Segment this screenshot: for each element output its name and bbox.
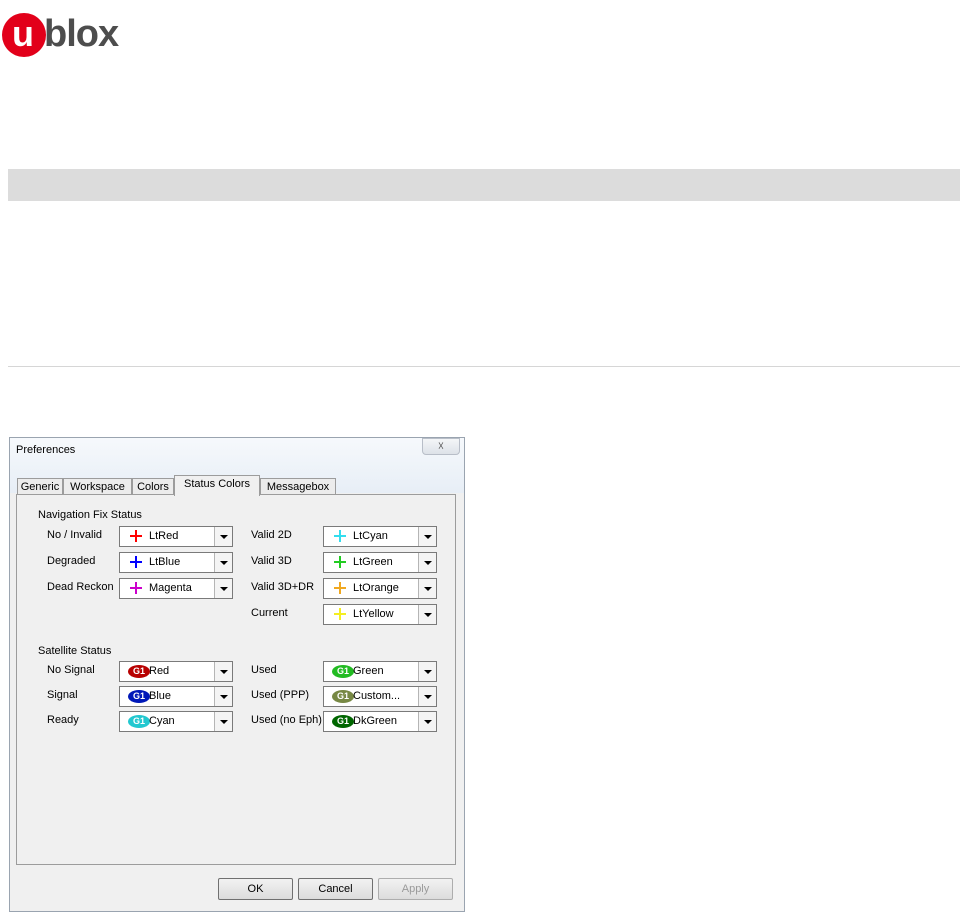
tab-messagebox[interactable]: Messagebox — [260, 478, 336, 495]
dialog-title: Preferences — [16, 444, 76, 456]
satellite-badge-icon: G1 — [332, 664, 354, 679]
close-icon: ☓ — [437, 439, 445, 453]
combo-signal[interactable]: G1 Blue — [119, 686, 233, 707]
combo-used-no-eph[interactable]: G1 DkGreen — [323, 711, 437, 732]
combo-value: Custom... — [353, 690, 401, 702]
chevron-down-icon[interactable] — [418, 553, 436, 572]
combo-used[interactable]: G1 Green — [323, 661, 437, 682]
combo-valid-3d-dr[interactable]: LtOrange — [323, 578, 437, 599]
logo-text: blox — [44, 13, 119, 55]
cross-icon — [332, 555, 348, 570]
close-button[interactable]: ☓ — [422, 438, 460, 455]
label-current: Current — [251, 607, 288, 619]
label-ready: Ready — [47, 714, 79, 726]
combo-value: LtBlue — [149, 556, 181, 568]
tab-status-colors[interactable]: Status Colors — [174, 475, 260, 496]
label-valid-2d: Valid 2D — [251, 529, 292, 541]
combo-value: Green — [353, 665, 384, 677]
ublox-logo: u blox — [0, 6, 160, 62]
combo-valid-3d[interactable]: LtGreen — [323, 552, 437, 573]
chevron-down-icon[interactable] — [214, 687, 232, 706]
chevron-down-icon[interactable] — [418, 579, 436, 598]
preferences-dialog: Preferences ☓ Generic Workspace Colors S… — [9, 437, 465, 912]
satellite-badge-icon: G1 — [128, 714, 150, 729]
divider-line — [8, 366, 960, 367]
combo-value: Cyan — [149, 715, 175, 727]
combo-used-ppp[interactable]: G1 Custom... — [323, 686, 437, 707]
tab-workspace[interactable]: Workspace — [63, 478, 132, 495]
combo-value: LtOrange — [353, 582, 399, 594]
combo-value: LtYellow — [353, 608, 394, 620]
cancel-button[interactable]: Cancel — [298, 878, 373, 900]
chevron-down-icon[interactable] — [418, 527, 436, 546]
label-no-invalid: No / Invalid — [47, 529, 103, 541]
chevron-down-icon[interactable] — [418, 712, 436, 731]
satellite-badge-icon: G1 — [332, 689, 354, 704]
label-no-signal: No Signal — [47, 664, 95, 676]
satellite-badge-icon: G1 — [128, 664, 150, 679]
tab-colors[interactable]: Colors — [132, 478, 174, 495]
cross-icon — [128, 555, 144, 570]
header-bar — [8, 169, 960, 201]
combo-value: Magenta — [149, 582, 192, 594]
label-dead-reckon: Dead Reckon — [47, 581, 114, 593]
combo-valid-2d[interactable]: LtCyan — [323, 526, 437, 547]
label-valid-3d: Valid 3D — [251, 555, 292, 567]
combo-value: LtGreen — [353, 556, 393, 568]
cross-icon — [332, 581, 348, 596]
combo-value: LtCyan — [353, 530, 388, 542]
combo-value: DkGreen — [353, 715, 398, 727]
combo-ready[interactable]: G1 Cyan — [119, 711, 233, 732]
combo-value: LtRed — [149, 530, 179, 542]
chevron-down-icon[interactable] — [214, 579, 232, 598]
cross-icon — [128, 581, 144, 596]
combo-current[interactable]: LtYellow — [323, 604, 437, 625]
chevron-down-icon[interactable] — [418, 687, 436, 706]
label-used: Used — [251, 664, 277, 676]
combo-no-signal[interactable]: G1 Red — [119, 661, 233, 682]
chevron-down-icon[interactable] — [214, 527, 232, 546]
label-valid-3d-dr: Valid 3D+DR — [251, 581, 315, 593]
combo-degraded[interactable]: LtBlue — [119, 552, 233, 573]
cross-icon — [332, 529, 348, 544]
combo-no-invalid[interactable]: LtRed — [119, 526, 233, 547]
apply-button[interactable]: Apply — [378, 878, 453, 900]
tab-generic[interactable]: Generic — [17, 478, 63, 495]
chevron-down-icon[interactable] — [214, 662, 232, 681]
label-signal: Signal — [47, 689, 78, 701]
logo-mark: u — [12, 13, 34, 54]
cross-icon — [128, 529, 144, 544]
label-used-no-eph: Used (no Eph) — [251, 714, 322, 726]
satellite-badge-icon: G1 — [332, 714, 354, 729]
cross-icon — [332, 607, 348, 622]
chevron-down-icon[interactable] — [214, 712, 232, 731]
label-degraded: Degraded — [47, 555, 96, 567]
combo-value: Blue — [149, 690, 172, 702]
chevron-down-icon[interactable] — [214, 553, 232, 572]
combo-dead-reckon[interactable]: Magenta — [119, 578, 233, 599]
satellite-badge-icon: G1 — [128, 689, 150, 704]
label-used-ppp: Used (PPP) — [251, 689, 310, 701]
ok-button[interactable]: OK — [218, 878, 293, 900]
satellite-group-label: Satellite Status — [38, 645, 112, 657]
chevron-down-icon[interactable] — [418, 605, 436, 624]
chevron-down-icon[interactable] — [418, 662, 436, 681]
combo-value: Red — [149, 665, 170, 677]
nav-fix-group-label: Navigation Fix Status — [38, 509, 142, 521]
